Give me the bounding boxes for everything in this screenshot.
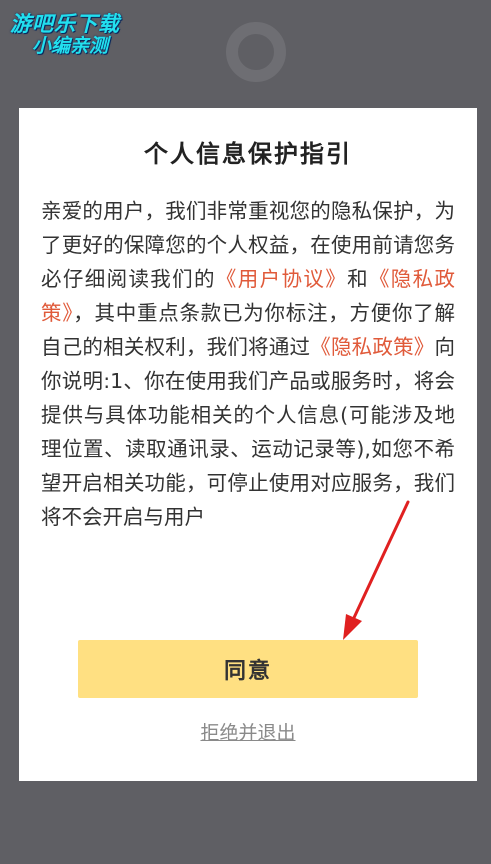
agree-button[interactable]: 同意 xyxy=(78,640,418,698)
user-agreement-link[interactable]: 《用户协议》 xyxy=(216,267,347,291)
watermark-line-1: 游吧乐下载 xyxy=(10,12,120,36)
watermark-logo: 游吧乐下载 小编亲测 xyxy=(10,12,150,58)
privacy-policy-link-2[interactable]: 《隐私政策》 xyxy=(310,335,434,359)
watermark-line-2: 小编亲测 xyxy=(32,35,109,58)
privacy-dialog: 个人信息保护指引 亲爱的用户，我们非常重视您的隐私保护，为了更好的保障您的个人权… xyxy=(19,108,477,781)
background-app-logo xyxy=(226,22,286,82)
decline-and-exit-link[interactable]: 拒绝并退出 xyxy=(200,718,295,745)
dialog-body: 亲爱的用户，我们非常重视您的隐私保护，为了更好的保障您的个人权益，在使用前请您务… xyxy=(41,194,455,610)
body-and: 和 xyxy=(347,267,369,291)
dialog-title: 个人信息保护指引 xyxy=(144,140,352,168)
body-rest: 向你说明:1、你在使用我们产品或服务时，将会提供与具体功能相关的个人信息(可能涉… xyxy=(41,335,455,529)
